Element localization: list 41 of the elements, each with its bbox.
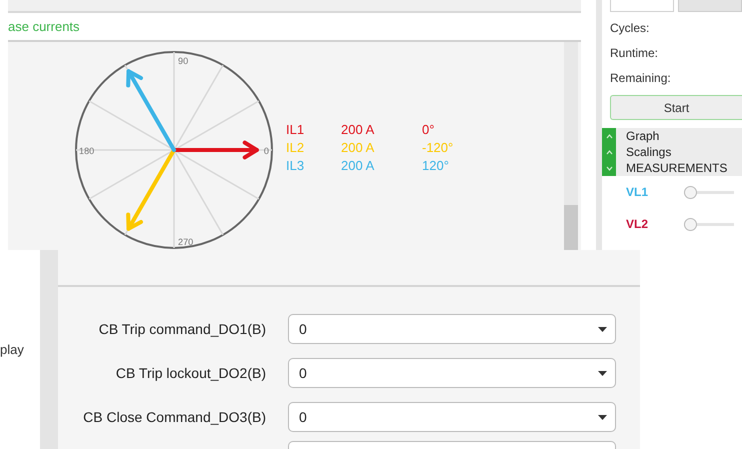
dropdown[interactable]: 0	[288, 358, 616, 388]
phase-angle: 120°	[422, 158, 450, 173]
tab[interactable]	[678, 0, 742, 12]
angle-label: 90	[178, 56, 188, 66]
phase-name: IL3	[286, 158, 306, 173]
phase-magnitude: 200 A	[341, 158, 376, 173]
field-label: Runtime:	[610, 46, 660, 62]
setting-label: CB Trip command_DO1(B)	[98, 321, 266, 337]
dropdown-arrow-icon	[598, 326, 607, 332]
field-label: Remaining:	[610, 71, 672, 87]
phase-angle: 0°	[422, 122, 436, 137]
phase-magnitude: 200 A	[341, 140, 376, 155]
dropdown[interactable]: 0	[288, 402, 616, 432]
phase-name: IL1	[286, 122, 306, 137]
scrollbar[interactable]	[564, 42, 578, 250]
dropdown-arrow-icon	[598, 414, 607, 420]
dropdown-arrow-icon	[598, 370, 607, 376]
accordion-header[interactable]: Scalings	[602, 144, 742, 160]
slider[interactable]	[684, 186, 734, 198]
measurement-name: VL1	[626, 185, 650, 199]
start-button[interactable]: Start	[610, 95, 742, 120]
angle-label: 270	[178, 236, 194, 247]
phase-name: IL2	[286, 140, 306, 155]
accordion-header[interactable]: Graph	[602, 128, 742, 144]
dropdown[interactable]: 0	[288, 314, 616, 344]
accordion-header[interactable]: MEASUREMENTS	[602, 160, 742, 176]
measurement-name: VL2	[626, 217, 650, 231]
dropdown[interactable]	[288, 441, 616, 449]
angle-label: 180	[79, 146, 94, 156]
setting-label: CB Trip lockout_DO2(B)	[114, 365, 266, 381]
slider-thumb[interactable]	[684, 218, 697, 230]
slider-thumb[interactable]	[684, 186, 697, 198]
phase-angle: -120°	[422, 140, 454, 155]
slider[interactable]	[684, 218, 734, 230]
angle-label: 0	[264, 146, 269, 156]
field-label: Cycles:	[610, 21, 650, 37]
tab[interactable]	[610, 0, 674, 12]
phase-magnitude: 200 A	[341, 122, 376, 137]
panel-title: ase currents	[8, 18, 80, 34]
side-label: play	[0, 342, 24, 357]
setting-label: CB Close Command_DO3(B)	[82, 409, 266, 425]
